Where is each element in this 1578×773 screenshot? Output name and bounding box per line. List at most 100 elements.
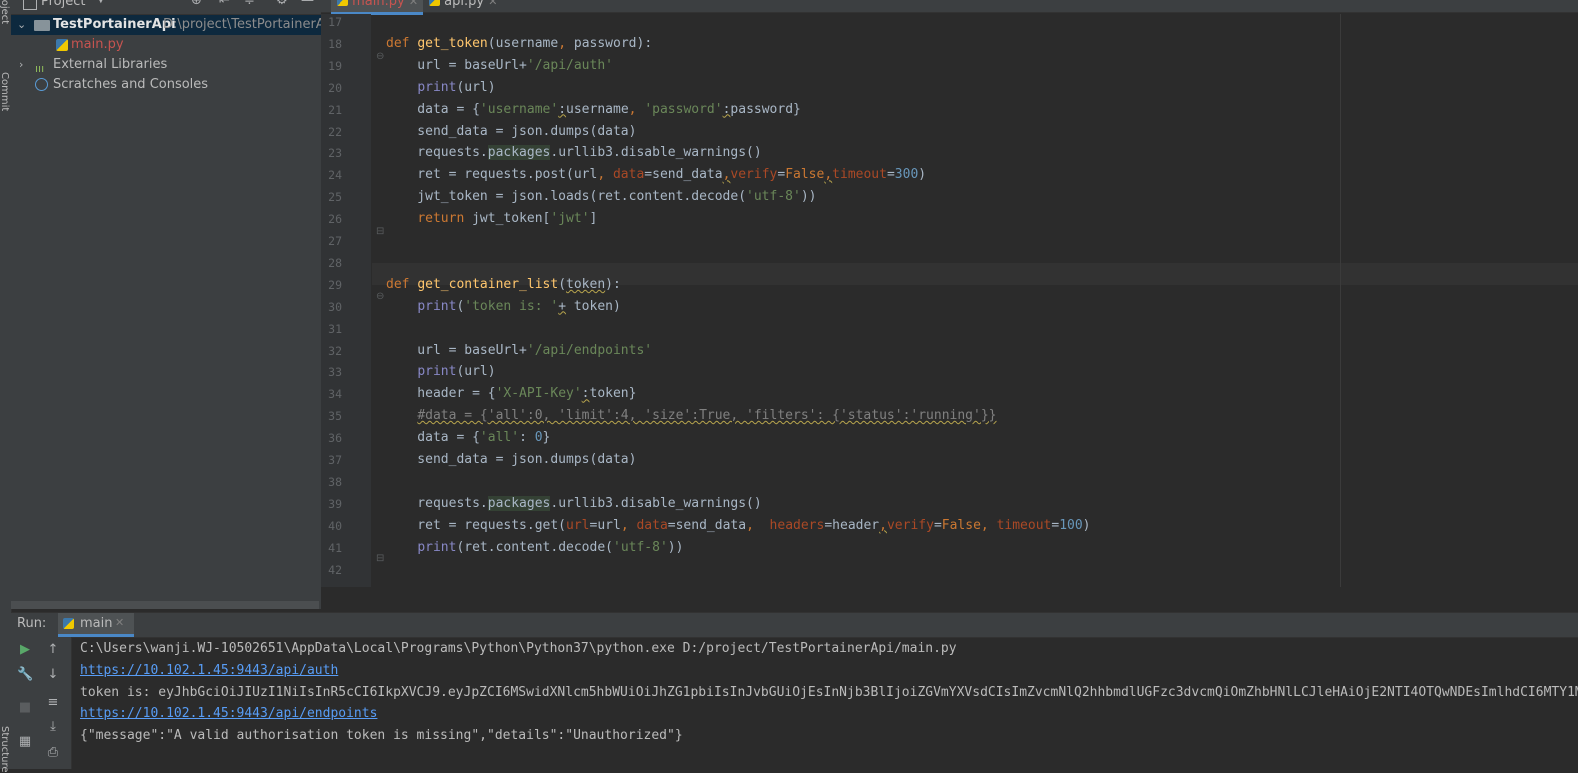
line-number: 37 [328, 453, 342, 467]
run-panel-header: Run: main ✕ [11, 612, 1578, 638]
code-token: (url) [456, 364, 496, 380]
code-line: url = baseUrl+'/api/endpoints' [386, 340, 652, 362]
console-link[interactable]: https://10.102.1.45:9443/api/auth [80, 660, 338, 682]
code-token: #data = {'all':0, 'limit':4, 'size':True… [417, 408, 997, 424]
code-line: data = {'all': 0} [386, 427, 550, 449]
console-line: C:\Users\wanji.WJ-10502651\AppData\Local… [80, 641, 957, 656]
chevron-down-icon[interactable]: ⌄ [17, 15, 26, 35]
code-token: ret = requests.post(url [386, 167, 598, 183]
project-horizontal-scrollbar[interactable] [11, 601, 319, 609]
commit-tool-tab[interactable]: Commit [0, 72, 10, 111]
project-panel-title[interactable]: Project [41, 0, 85, 9]
scroll-up-icon[interactable]: ↑ [45, 642, 61, 657]
code-token: 300 [894, 167, 919, 183]
print-icon[interactable]: ⎙ [45, 745, 61, 760]
code-token: get_container_list [417, 276, 559, 292]
code-token: 'token is: ' [464, 298, 559, 314]
code-token: : [558, 101, 567, 117]
code-token: 'password' [644, 101, 723, 117]
code-token: , [558, 35, 574, 51]
code-token: password} [730, 101, 801, 117]
line-number: 38 [328, 474, 342, 489]
project-root-path: D:\project\TestPortainerApi [163, 17, 321, 32]
soft-wrap-icon[interactable]: ≡ [45, 695, 61, 710]
fold-marker-icon[interactable]: ⊟ [376, 226, 384, 237]
fold-marker-icon[interactable]: ⊟ [376, 553, 384, 564]
close-icon[interactable]: ✕ [115, 616, 124, 629]
code-token: 0 [534, 430, 543, 446]
line-number: 17 [328, 15, 342, 29]
line-number: 36 [328, 431, 342, 446]
code-token: 100 [1059, 517, 1083, 533]
code-token: data [612, 167, 645, 183]
tree-item-project-root[interactable]: ⌄ TestPortainerApi D:\project\TestPortai… [11, 15, 321, 35]
fold-marker-icon[interactable]: ⊖ [376, 291, 384, 302]
code-line: def get_container_list(token): [386, 274, 621, 296]
code-token: , [628, 101, 645, 117]
code-token: (url) [456, 79, 496, 95]
code-token: , [620, 517, 637, 533]
code-token: 'all' [479, 430, 520, 446]
gear-icon[interactable]: ⚙ [276, 0, 288, 8]
code-token: : [581, 386, 590, 402]
close-icon[interactable]: ✕ [409, 0, 418, 8]
tab-main-py[interactable]: main.py ✕ [331, 0, 423, 15]
console-line: {"message":"A valid authorisation token … [80, 728, 683, 744]
chevron-down-icon[interactable]: ▼ [97, 0, 105, 5]
chevron-right-icon[interactable]: › [19, 55, 23, 75]
code-token: url = baseUrl+ [386, 342, 527, 358]
layout-icon[interactable]: ▦ [17, 734, 33, 749]
close-icon[interactable]: ✕ [488, 0, 497, 8]
tree-item-label: Scratches and Consoles [53, 77, 209, 92]
run-tab-main[interactable]: main ✕ [58, 613, 134, 637]
code-token: url [566, 517, 590, 533]
scroll-down-icon[interactable]: ↓ [45, 667, 61, 682]
code-token: (username [487, 35, 559, 51]
code-editor[interactable]: main.py ✕ api.py ✕ 17 18 19 20 21 22 23 24 25 26 2… [321, 0, 1578, 587]
code-token: ] [589, 211, 598, 227]
scroll-to-end-icon[interactable]: ⤓ [45, 719, 61, 734]
code-token: .urllib3.disable_warnings() [550, 145, 762, 161]
line-number: 28 [328, 255, 342, 270]
hide-icon[interactable]: — [301, 0, 314, 8]
code-token: timeout [832, 167, 887, 183]
line-number: 33 [328, 365, 342, 380]
folder-icon [34, 20, 50, 31]
code-token: False [941, 517, 981, 533]
code-token: headers [769, 517, 825, 533]
code-token: send_data = json.dumps(data) [386, 452, 637, 467]
code-token: =send_data [667, 517, 747, 533]
code-token: + [558, 298, 567, 314]
code-token: , [879, 517, 887, 533]
locate-icon[interactable]: ⊕ [191, 0, 202, 8]
line-number: 25 [328, 190, 342, 205]
project-tool-tab[interactable]: Project [0, 0, 10, 24]
code-token: ) [918, 167, 927, 183]
project-panel-icon [23, 0, 37, 10]
code-token: '/api/auth' [526, 57, 613, 73]
project-panel-header: Project ▼ ⊕ ⇤ ≑ ⚙ — [11, 0, 321, 15]
run-panel: Run: main ✕ ▶ ↑ 🔧 ↓ ■ ≡ ▦ ⤓ ⎙ C:\Users\w… [11, 612, 1578, 769]
tree-item-label: main.py [71, 37, 124, 52]
expand-all-icon[interactable]: ≑ [244, 0, 255, 8]
stop-icon[interactable]: ■ [17, 700, 33, 715]
code-token: 'utf-8' [746, 189, 801, 205]
code-token: , [597, 167, 613, 183]
line-number: 42 [328, 562, 342, 577]
collapse-all-icon[interactable]: ⇤ [219, 0, 230, 8]
wrench-icon[interactable]: 🔧 [17, 667, 33, 682]
line-number: 21 [328, 102, 342, 117]
fold-marker-icon[interactable]: ⊖ [376, 51, 384, 62]
code-line: data = {'username':username, 'password':… [386, 99, 801, 121]
run-tab-label: main [80, 616, 113, 631]
tab-api-py[interactable]: api.py ✕ [423, 0, 509, 12]
console-link[interactable]: https://10.102.1.45:9443/api/endpoints [80, 703, 377, 725]
code-token: 'X-API-Key' [495, 386, 582, 402]
code-token: : [519, 430, 535, 446]
rerun-icon[interactable]: ▶ [17, 642, 33, 657]
code-token: =header [824, 517, 880, 533]
structure-tool-tab[interactable]: Structure [0, 726, 10, 773]
